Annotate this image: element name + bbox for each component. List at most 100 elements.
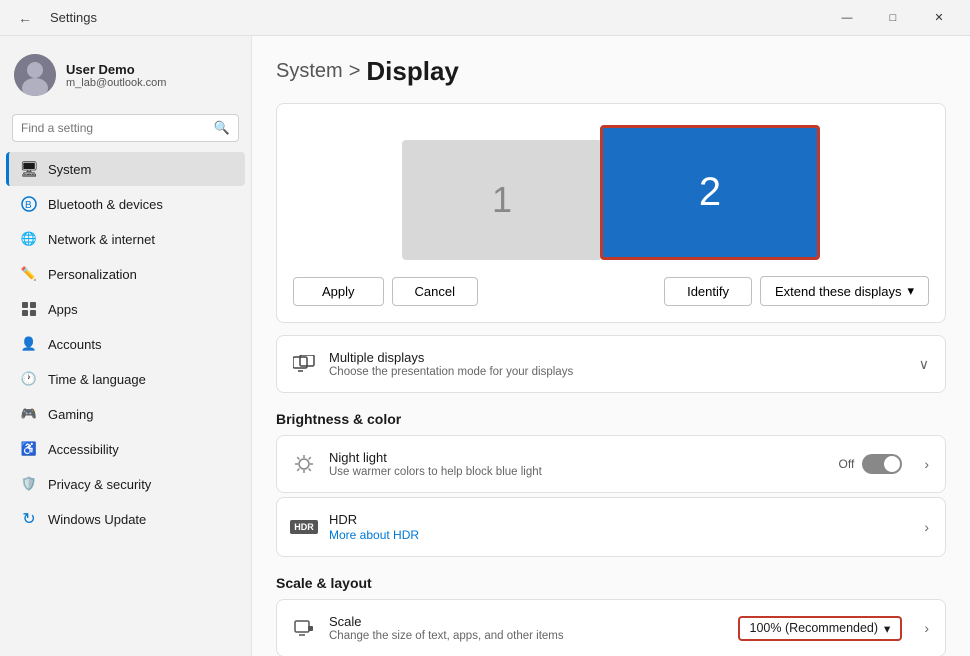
update-icon: ↻ — [20, 510, 38, 528]
sidebar-item-label: Accounts — [48, 337, 101, 352]
monitor-1[interactable]: 1 — [402, 140, 602, 260]
multiple-displays-subtitle: Choose the presentation mode for your di… — [329, 366, 905, 378]
sidebar-item-label: System — [48, 162, 91, 177]
sidebar-item-time[interactable]: 🕐 Time & language — [6, 362, 245, 396]
back-button[interactable]: ← — [12, 6, 38, 30]
night-light-row: Night light Use warmer colors to help bl… — [276, 435, 946, 493]
scale-section-heading: Scale & layout — [276, 575, 946, 591]
multiple-displays-text: Multiple displays Choose the presentatio… — [329, 350, 905, 378]
scale-title: Scale — [329, 614, 724, 629]
sidebar-item-privacy[interactable]: 🛡️ Privacy & security — [6, 467, 245, 501]
main-layout: User Demo m_lab@outlook.com 🔍 System B B… — [0, 36, 970, 656]
multiple-displays-inner[interactable]: Multiple displays Choose the presentatio… — [277, 336, 945, 392]
personalization-icon: ✏️ — [20, 265, 38, 283]
sidebar-item-label: Privacy & security — [48, 477, 151, 492]
hdr-row: HDR HDR More about HDR › — [276, 497, 946, 557]
window-controls: — □ ✕ — [824, 2, 962, 34]
chevron-down-icon: ▾ — [884, 621, 890, 636]
scale-value: 100% (Recommended) — [750, 621, 879, 635]
sidebar-item-network[interactable]: 🌐 Network & internet — [6, 222, 245, 256]
sidebar: User Demo m_lab@outlook.com 🔍 System B B… — [0, 36, 252, 656]
multiple-displays-row: Multiple displays Choose the presentatio… — [276, 335, 946, 393]
user-profile[interactable]: User Demo m_lab@outlook.com — [0, 44, 251, 110]
scale-subtitle: Change the size of text, apps, and other… — [329, 630, 724, 642]
user-name: User Demo — [66, 62, 166, 77]
hdr-icon: HDR — [293, 516, 315, 538]
sidebar-item-label: Windows Update — [48, 512, 146, 527]
sidebar-item-label: Apps — [48, 302, 78, 317]
night-light-text: Night light Use warmer colors to help bl… — [329, 450, 825, 478]
sidebar-item-bluetooth[interactable]: B Bluetooth & devices — [6, 187, 245, 221]
bluetooth-icon: B — [20, 195, 38, 213]
breadcrumb-separator: > — [349, 60, 361, 83]
chevron-right-icon: › — [924, 456, 929, 472]
cancel-button[interactable]: Cancel — [392, 277, 478, 306]
multiple-displays-title: Multiple displays — [329, 350, 905, 365]
chevron-down-icon: ▾ — [907, 283, 914, 299]
scale-text: Scale Change the size of text, apps, and… — [329, 614, 724, 642]
night-light-status: Off — [839, 457, 855, 471]
multiple-displays-icon — [293, 353, 315, 375]
scale-value-box[interactable]: 100% (Recommended) ▾ — [738, 616, 903, 641]
hdr-link[interactable]: More about HDR — [329, 528, 419, 542]
sidebar-item-gaming[interactable]: 🎮 Gaming — [6, 397, 245, 431]
brightness-section-heading: Brightness & color — [276, 411, 946, 427]
scale-row: Scale Change the size of text, apps, and… — [276, 599, 946, 656]
hdr-title: HDR — [329, 512, 910, 527]
sidebar-item-personalization[interactable]: ✏️ Personalization — [6, 257, 245, 291]
sidebar-item-accessibility[interactable]: ♿ Accessibility — [6, 432, 245, 466]
display-card: 1 2 Apply Cancel Identify Extend these d… — [276, 103, 946, 323]
night-light-inner[interactable]: Night light Use warmer colors to help bl… — [277, 436, 945, 492]
night-light-toggle: Off — [839, 454, 903, 474]
search-box[interactable]: 🔍 — [12, 114, 239, 142]
close-button[interactable]: ✕ — [916, 2, 962, 34]
scale-icon — [293, 617, 315, 639]
minimize-button[interactable]: — — [824, 2, 870, 34]
extend-displays-label: Extend these displays — [775, 284, 901, 299]
monitor-1-label: 1 — [492, 179, 512, 221]
extend-displays-button[interactable]: Extend these displays ▾ — [760, 276, 929, 306]
network-icon: 🌐 — [20, 230, 38, 248]
maximize-button[interactable]: □ — [870, 2, 916, 34]
scale-inner[interactable]: Scale Change the size of text, apps, and… — [277, 600, 945, 656]
night-light-switch[interactable] — [862, 454, 902, 474]
night-light-subtitle: Use warmer colors to help block blue lig… — [329, 466, 825, 478]
display-preview: 1 2 — [293, 120, 929, 260]
hdr-text: HDR More about HDR — [329, 512, 910, 542]
sidebar-item-apps[interactable]: Apps — [6, 292, 245, 326]
accounts-icon: 👤 — [20, 335, 38, 353]
apply-button[interactable]: Apply — [293, 277, 384, 306]
sidebar-item-label: Time & language — [48, 372, 146, 387]
sidebar-item-label: Network & internet — [48, 232, 155, 247]
svg-text:B: B — [25, 200, 32, 211]
identify-button[interactable]: Identify — [664, 277, 752, 306]
privacy-icon: 🛡️ — [20, 475, 38, 493]
chevron-right-icon: ∨ — [919, 356, 929, 373]
display-buttons: Apply Cancel Identify Extend these displ… — [293, 276, 929, 306]
content-area: System > Display 1 2 Apply Cancel Identi… — [252, 36, 970, 656]
sidebar-item-label: Bluetooth & devices — [48, 197, 163, 212]
night-light-title: Night light — [329, 450, 825, 465]
hdr-inner[interactable]: HDR HDR More about HDR › — [277, 498, 945, 556]
sidebar-item-label: Accessibility — [48, 442, 119, 457]
chevron-right-icon: › — [924, 620, 929, 636]
sidebar-item-accounts[interactable]: 👤 Accounts — [6, 327, 245, 361]
accessibility-icon: ♿ — [20, 440, 38, 458]
monitor-2[interactable]: 2 — [600, 125, 820, 260]
sidebar-item-label: Personalization — [48, 267, 137, 282]
breadcrumb: System > Display — [276, 56, 946, 87]
toggle-knob — [884, 456, 900, 472]
sidebar-item-update[interactable]: ↻ Windows Update — [6, 502, 245, 536]
breadcrumb-parent[interactable]: System — [276, 60, 343, 83]
monitor-2-label: 2 — [699, 170, 721, 215]
search-icon: 🔍 — [214, 120, 230, 136]
apps-icon — [20, 300, 38, 318]
gaming-icon: 🎮 — [20, 405, 38, 423]
avatar — [14, 54, 56, 96]
search-input[interactable] — [21, 121, 208, 135]
title-bar: ← Settings — □ ✕ — [0, 0, 970, 36]
sidebar-item-system[interactable]: System — [6, 152, 245, 186]
user-info: User Demo m_lab@outlook.com — [66, 62, 166, 89]
title-bar-title: Settings — [50, 10, 97, 25]
time-icon: 🕐 — [20, 370, 38, 388]
